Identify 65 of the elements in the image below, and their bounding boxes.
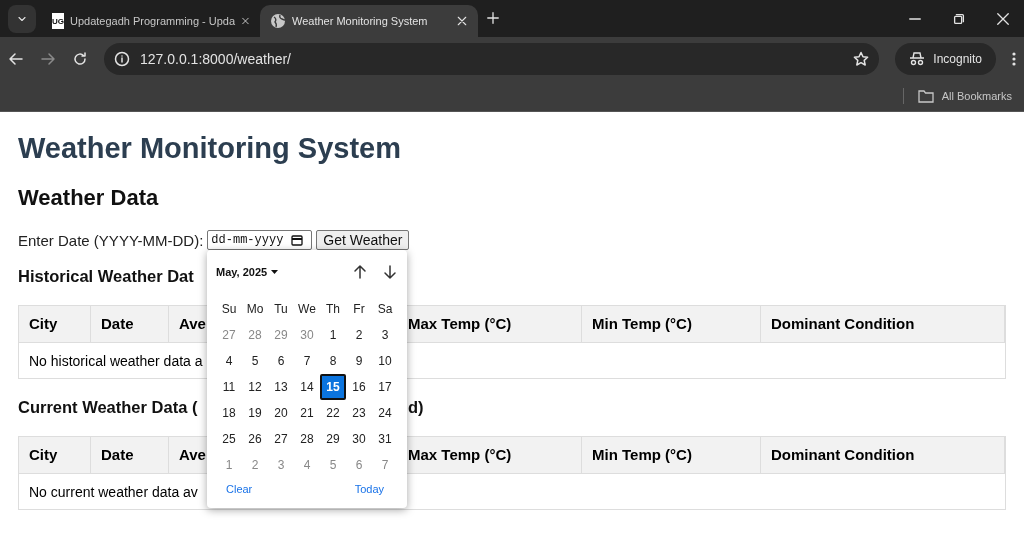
- calendar-icon[interactable]: [291, 234, 304, 246]
- table-heading: Current Weather Data (: [18, 397, 198, 418]
- site-logo-icon: UG: [52, 13, 64, 29]
- calendar-day[interactable]: 8: [320, 348, 346, 374]
- calendar-day[interactable]: 22: [320, 400, 346, 426]
- plus-icon[interactable]: [486, 11, 500, 25]
- calendar-day[interactable]: 15: [320, 374, 346, 400]
- down-arrow-icon[interactable]: [382, 264, 398, 280]
- all-bookmarks-button[interactable]: All Bookmarks: [917, 88, 1012, 103]
- address-bar[interactable]: 127.0.0.1:8000/weather/: [104, 42, 880, 75]
- back-arrow-icon[interactable]: [8, 50, 24, 67]
- browser-tab[interactable]: UG Updategadh Programming - Upda: [42, 5, 260, 37]
- calendar-day[interactable]: 12: [242, 374, 268, 400]
- forward-arrow-icon[interactable]: [40, 50, 56, 67]
- calendar-day[interactable]: 16: [346, 374, 372, 400]
- column-header: City: [19, 437, 91, 474]
- calendar-day[interactable]: 17: [372, 374, 398, 400]
- section-heading: Weather Data: [18, 184, 160, 212]
- star-icon[interactable]: [853, 50, 870, 67]
- column-header: Date: [91, 437, 169, 474]
- calendar-day[interactable]: 23: [346, 400, 372, 426]
- restore-icon[interactable]: [952, 11, 966, 26]
- column-header: Min Temp (°C): [582, 306, 761, 343]
- table-heading: d): [408, 397, 424, 418]
- calendar-day[interactable]: 4: [216, 348, 242, 374]
- browser-tab[interactable]: Weather Monitoring System: [260, 5, 478, 37]
- calendar-day[interactable]: 10: [372, 348, 398, 374]
- calendar-day[interactable]: 9: [346, 348, 372, 374]
- empty-message: No historical weather data a: [29, 353, 203, 369]
- column-header: City: [19, 306, 91, 343]
- close-icon[interactable]: [456, 15, 468, 27]
- calendar-day[interactable]: 6: [268, 348, 294, 374]
- calendar-day[interactable]: 24: [372, 400, 398, 426]
- info-icon[interactable]: [114, 50, 130, 67]
- calendar-day[interactable]: 19: [242, 400, 268, 426]
- incognito-button[interactable]: Incognito: [895, 42, 996, 75]
- caret-icon: [271, 270, 279, 274]
- calendar-day[interactable]: 7: [294, 348, 320, 374]
- folder-icon: [917, 88, 934, 103]
- clear-link[interactable]: Clear: [226, 483, 253, 495]
- close-icon[interactable]: [996, 11, 1010, 26]
- globe-icon: [270, 13, 286, 29]
- empty-message: No current weather data av: [29, 484, 198, 500]
- month-selector[interactable]: May, 2025: [216, 266, 279, 278]
- calendar-day[interactable]: 11: [216, 374, 242, 400]
- calendar-day[interactable]: 5: [242, 348, 268, 374]
- column-header: Date: [91, 306, 169, 343]
- menu-icon[interactable]: [1012, 50, 1016, 67]
- column-header: Min Temp (°C): [582, 437, 761, 474]
- page-title: Weather Monitoring System: [18, 131, 402, 166]
- date-label: Enter Date (YYYY-MM-DD):: [18, 231, 204, 249]
- up-arrow-icon[interactable]: [352, 264, 368, 280]
- calendar-day[interactable]: 18: [216, 400, 242, 426]
- column-header: Dominant Condition: [761, 306, 1005, 343]
- table-heading: Historical Weather Dat: [18, 266, 194, 287]
- calendar-day[interactable]: 14: [294, 374, 320, 400]
- incognito-icon: [909, 50, 926, 67]
- today-link[interactable]: Today: [354, 483, 384, 495]
- get-weather-button[interactable]: Get Weather: [316, 230, 410, 250]
- calendar-day[interactable]: 21: [294, 400, 320, 426]
- calendar-day[interactable]: 13: [268, 374, 294, 400]
- date-field[interactable]: dd-mm-yyyy: [207, 230, 313, 250]
- reload-icon[interactable]: [72, 50, 88, 67]
- column-header: Dominant Condition: [761, 437, 1005, 474]
- calendar-day[interactable]: 20: [268, 400, 294, 426]
